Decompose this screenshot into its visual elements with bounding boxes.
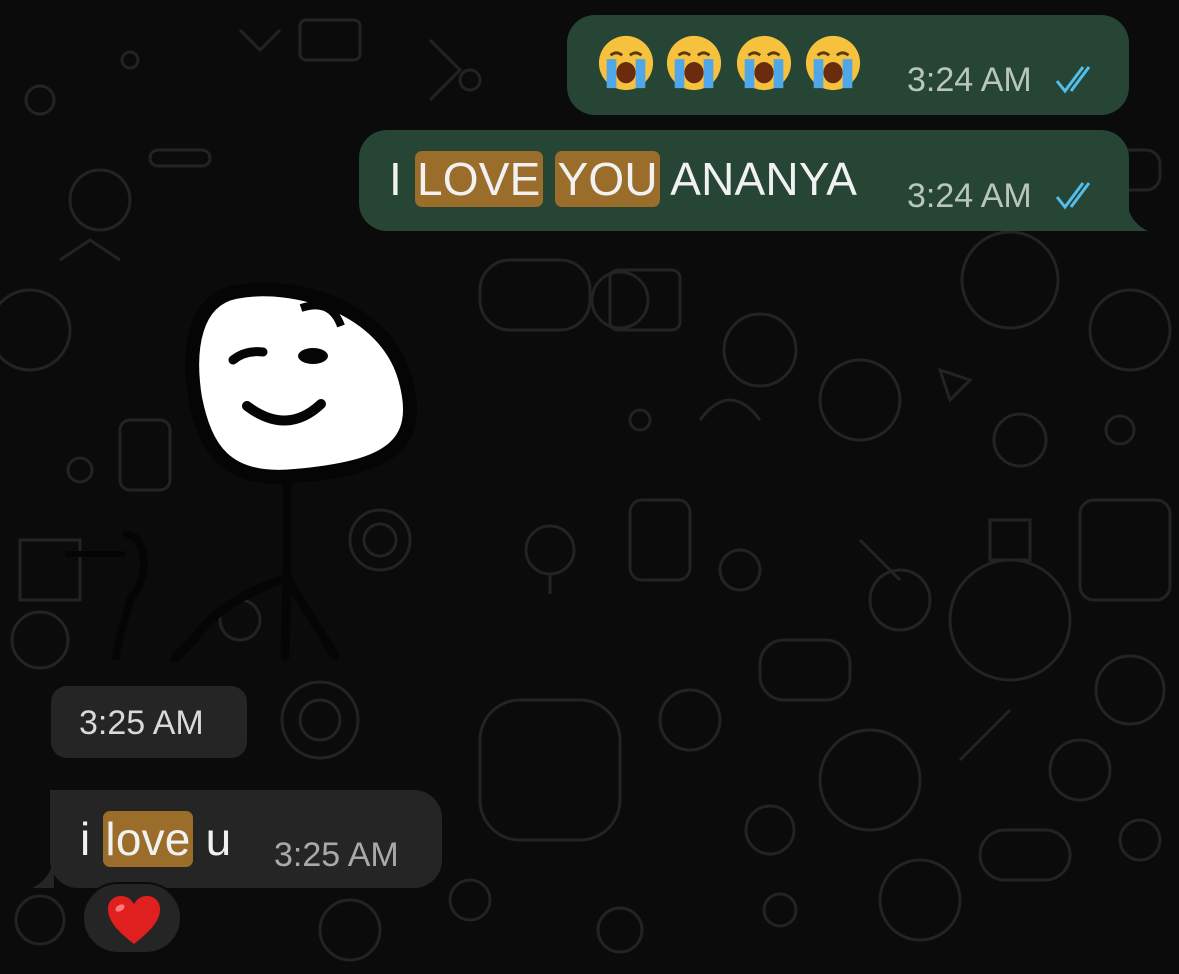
text-segment: u (192, 813, 232, 865)
message-text: I LOVE YOU ANANYA (389, 151, 858, 207)
sticker-timestamp-pill: 3:25 AM (51, 686, 247, 758)
loudly-crying-face-icon (598, 35, 654, 91)
bubble-tail (1126, 201, 1148, 231)
search-highlight: YOU (555, 151, 660, 207)
outgoing-text-message[interactable]: I LOVE YOU ANANYA 3:24 AM (359, 130, 1129, 231)
text-segment: ANANYA (659, 153, 858, 205)
message-reaction[interactable] (82, 882, 182, 954)
message-timestamp: 3:24 AM (907, 61, 1032, 99)
search-highlight: love (103, 811, 193, 867)
text-segment: i (80, 813, 104, 865)
double-check-read-icon (1055, 66, 1091, 94)
loudly-crying-face-icon (805, 35, 861, 91)
message-text: i love u (80, 811, 232, 867)
message-timestamp: 3:25 AM (274, 836, 399, 874)
outgoing-emoji-message[interactable]: 3:24 AM (567, 15, 1129, 115)
loudly-crying-face-icon (736, 35, 792, 91)
double-check-read-icon (1055, 182, 1091, 210)
text-segment (543, 153, 556, 205)
loudly-crying-face-icon (666, 35, 722, 91)
red-heart-icon (108, 896, 160, 944)
bubble-tail (32, 858, 54, 888)
incoming-text-message[interactable]: i love u 3:25 AM (50, 790, 442, 888)
message-timestamp: 3:24 AM (907, 177, 1032, 215)
search-highlight: LOVE (414, 151, 543, 207)
message-timestamp: 3:25 AM (79, 704, 204, 742)
text-segment: I (389, 153, 415, 205)
winking-stick-figure-sticker[interactable] (55, 278, 425, 668)
